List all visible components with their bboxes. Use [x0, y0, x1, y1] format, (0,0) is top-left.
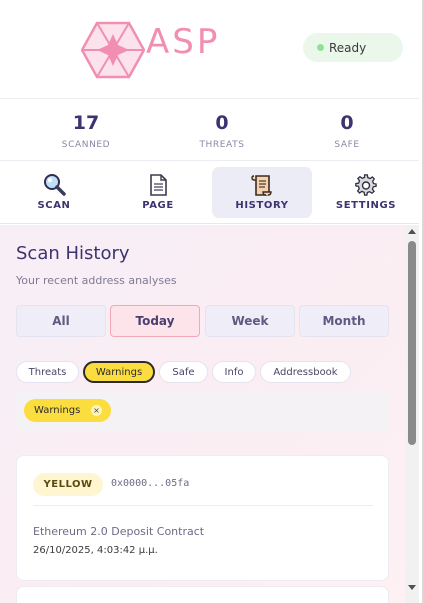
main-nav: SCAN PAGE HISTORY SETTINGS [0, 162, 419, 224]
period-week-button[interactable]: Week [205, 305, 295, 337]
scroll-up-icon[interactable] [408, 229, 416, 234]
period-all-button[interactable]: All [16, 305, 106, 337]
logo-text: ASP [146, 22, 221, 62]
page-subtitle: Your recent address analyses [16, 274, 177, 287]
history-entry[interactable]: YELLOW 0x0000...05fa Ethereum 2.0 Deposi… [16, 455, 389, 581]
history-panel: Scan History Your recent address analyse… [0, 225, 405, 603]
app-header: ASP Ready [0, 0, 419, 99]
history-entry-partial[interactable] [16, 586, 389, 603]
period-today-button[interactable]: Today [110, 305, 200, 337]
page-icon [150, 174, 167, 196]
filter-warnings[interactable]: Warnings [83, 361, 155, 383]
entry-address: 0x0000...05fa [111, 478, 190, 489]
filter-info[interactable]: Info [212, 361, 256, 383]
status-badge: Ready [303, 33, 403, 62]
divider [33, 505, 373, 506]
stat-label: THREATS [199, 140, 245, 150]
tab-settings[interactable]: SETTINGS [316, 167, 416, 218]
tab-history[interactable]: HISTORY [212, 167, 312, 218]
active-filter-chip: Warnings × [24, 399, 111, 422]
period-month-button[interactable]: Month [299, 305, 389, 337]
stats-bar: 17 SCANNED 0 THREATS 0 SAFE [0, 100, 419, 161]
asp-logo-icon [81, 21, 145, 79]
active-filters-box: Warnings × [16, 391, 389, 431]
chip-close-icon[interactable]: × [91, 405, 102, 416]
scroll-thumb[interactable] [408, 241, 416, 445]
entry-timestamp: 26/10/2025, 4:03:42 μ.μ. [33, 545, 158, 556]
entry-name: Ethereum 2.0 Deposit Contract [33, 525, 205, 538]
filter-threats[interactable]: Threats [16, 361, 79, 383]
scroll-down-icon[interactable] [408, 585, 416, 590]
stat-value: 0 [340, 112, 354, 134]
page-title: Scan History [16, 243, 130, 264]
chip-label: Warnings [34, 405, 81, 416]
stat-value: 17 [72, 112, 100, 134]
scroll-icon [251, 175, 272, 196]
stat-threats: 0 THREATS [162, 100, 282, 150]
magnifier-icon [44, 174, 66, 196]
status-label: Ready [329, 40, 367, 55]
tab-scan-label: SCAN [37, 200, 71, 211]
gear-icon [355, 174, 377, 196]
filter-safe[interactable]: Safe [159, 361, 208, 383]
filter-addressbook[interactable]: Addressbook [260, 361, 351, 383]
stat-value: 0 [215, 112, 229, 134]
tab-page-label: PAGE [142, 200, 174, 211]
stat-safe: 0 SAFE [287, 100, 407, 150]
stat-label: SCANNED [61, 140, 111, 150]
risk-level-badge: YELLOW [33, 473, 103, 496]
tab-page[interactable]: PAGE [108, 167, 208, 218]
tab-scan[interactable]: SCAN [4, 167, 104, 218]
stat-label: SAFE [334, 140, 360, 150]
scrollbar[interactable] [405, 225, 419, 603]
tab-settings-label: SETTINGS [335, 200, 397, 211]
tab-history-label: HISTORY [235, 200, 289, 211]
status-dot-icon [317, 44, 324, 51]
stat-scanned: 17 SCANNED [26, 100, 146, 150]
